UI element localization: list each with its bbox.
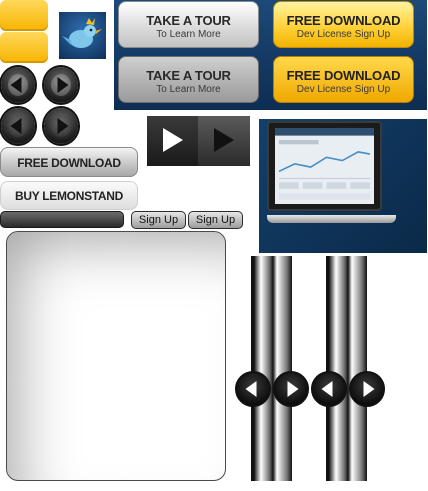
arrow-left-icon <box>10 118 22 134</box>
free-download-title: FREE DOWNLOAD <box>286 68 401 83</box>
bird-icon <box>62 18 102 48</box>
email-input[interactable] <box>0 211 124 228</box>
play-icon <box>163 128 183 152</box>
free-download-button[interactable]: FREE DOWNLOAD Dev License Sign Up <box>273 1 414 48</box>
laptop-image <box>267 121 396 223</box>
take-a-tour-title: TAKE A TOUR <box>146 13 231 28</box>
laptop-preview <box>259 119 427 253</box>
free-download-subtitle: Dev License Sign Up <box>296 29 391 40</box>
take-a-tour-subtitle: To Learn More <box>156 29 221 40</box>
prev-button-hover[interactable] <box>1 108 35 144</box>
arrow-right-icon <box>363 381 375 397</box>
next-button-dark[interactable] <box>273 371 309 407</box>
video-thumbnail-hover[interactable] <box>198 116 250 166</box>
free-download-subtitle: Dev License Sign Up <box>296 84 391 95</box>
next-button[interactable] <box>44 67 78 103</box>
arrow-right-icon <box>57 77 69 93</box>
laptop-base <box>267 215 396 223</box>
slider-track[interactable] <box>326 256 367 481</box>
arrow-left-icon <box>245 381 257 397</box>
free-download-button-hover[interactable]: FREE DOWNLOAD Dev License Sign Up <box>273 56 414 103</box>
prev-button-dark-hover[interactable] <box>311 371 347 407</box>
arrow-left-icon <box>10 77 22 93</box>
yellow-tab-bottom[interactable] <box>0 32 48 63</box>
free-download-title: FREE DOWNLOAD <box>286 13 401 28</box>
slider-track[interactable] <box>251 256 292 481</box>
free-download-pill-button[interactable]: FREE DOWNLOAD <box>0 147 138 177</box>
sign-up-button[interactable]: Sign Up <box>131 211 186 229</box>
yellow-tab-top[interactable] <box>0 0 48 31</box>
arrow-left-icon <box>321 381 333 397</box>
take-a-tour-subtitle: To Learn More <box>156 84 221 95</box>
arrow-right-icon <box>287 381 299 397</box>
video-thumbnail[interactable] <box>147 116 199 166</box>
prev-button[interactable] <box>1 67 35 103</box>
arrow-right-icon <box>57 118 69 134</box>
content-panel <box>6 231 226 481</box>
laptop-screen <box>275 128 374 204</box>
dashboard-graphic <box>275 128 374 200</box>
next-button-dark-hover[interactable] <box>349 371 385 407</box>
sign-up-button-hover[interactable]: Sign Up <box>188 211 243 229</box>
take-a-tour-button[interactable]: TAKE A TOUR To Learn More <box>118 1 259 48</box>
take-a-tour-title: TAKE A TOUR <box>146 68 231 83</box>
take-a-tour-button-hover[interactable]: TAKE A TOUR To Learn More <box>118 56 259 103</box>
cta-banner: TAKE A TOUR To Learn More FREE DOWNLOAD … <box>114 0 427 110</box>
bird-thumbnail <box>59 12 106 59</box>
buy-lemonstand-button[interactable]: BUY LEMONSTAND <box>0 181 138 210</box>
play-icon <box>214 128 234 152</box>
prev-button-dark[interactable] <box>235 371 271 407</box>
next-button-hover[interactable] <box>44 108 78 144</box>
